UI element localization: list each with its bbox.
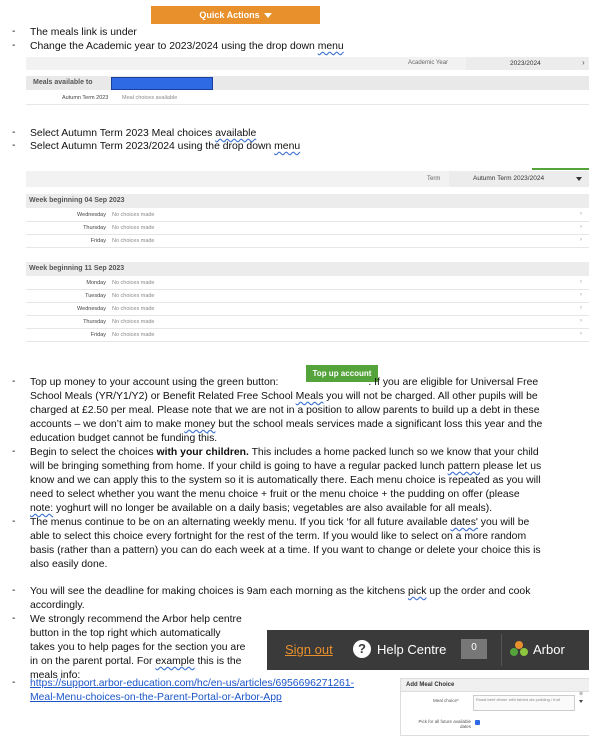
chevron-down-icon <box>263 13 272 19</box>
week-row-day: Thursday <box>83 225 106 231</box>
meals-row-term: Autumn Term 2023 <box>62 95 109 101</box>
bullet: - <box>12 140 16 151</box>
week-row-status: No choices made <box>112 225 155 231</box>
week-row-day: Tuesday <box>85 293 106 299</box>
meal-choice-label: Meal choice* <box>433 698 459 703</box>
bullet: - <box>12 585 16 596</box>
para-choices: Begin to select the choices with your ch… <box>30 447 542 514</box>
chevron-down-icon <box>579 700 583 703</box>
divider <box>501 634 502 666</box>
week-title: Week beginning 11 Sep 2023 <box>29 265 125 272</box>
step-select-term-dropdown: Select Autumn Term 2023/2024 using the d… <box>30 141 301 152</box>
bullet: - <box>12 40 16 51</box>
week-row-status: No choices made <box>112 306 155 312</box>
step-select-term: Select Autumn Term 2023 Meal choices ava… <box>30 128 257 139</box>
bullet: - <box>12 613 16 624</box>
quick-actions-button[interactable]: Quick Actions <box>151 6 320 24</box>
week-row-status: No choices made <box>112 212 155 218</box>
future-dates-checkbox[interactable] <box>475 720 480 725</box>
arbor-logo-icon <box>510 641 528 656</box>
week-row[interactable]: Wednesday No choices made › <box>26 209 589 221</box>
week-row-day: Friday <box>90 238 106 244</box>
chevron-right-icon: › <box>580 292 582 298</box>
bullet: - <box>12 127 16 138</box>
week-row[interactable]: Monday No choices made › <box>26 277 589 289</box>
week-row[interactable]: Thursday No choices made › <box>26 222 589 234</box>
week-row[interactable]: Wednesday No choices made › <box>26 303 589 315</box>
chevron-right-icon: › <box>580 237 582 243</box>
term-label: Term <box>427 176 441 182</box>
add-meal-choice-panel: Add Meal Choice Meal choice* Roast beef … <box>400 678 589 736</box>
future-dates-label: Pick for all future available dates <box>418 719 471 729</box>
chevron-right-icon: › <box>580 331 582 337</box>
week-row-status: No choices made <box>112 238 155 244</box>
para-topup: Top up money to your account using the g… <box>30 377 543 444</box>
term-select[interactable]: Autumn Term 2023/2024 <box>449 171 589 187</box>
meals-panel-title: Meals available to <box>33 79 93 86</box>
arbor-header-bar: Sign out ? Help Centre 0 Arbor <box>267 630 589 670</box>
bullet: - <box>12 677 16 688</box>
para-help: We strongly recommend the Arbor help cen… <box>30 614 246 681</box>
notifications-badge[interactable]: 0 <box>461 639 487 659</box>
para-menus: The menus continue to be on an alternati… <box>30 517 541 570</box>
chevron-right-icon: › <box>580 279 582 285</box>
close-icon[interactable]: ⊗ <box>579 691 583 697</box>
week-row-status: No choices made <box>112 293 155 299</box>
week-row-status: No choices made <box>112 319 155 325</box>
week-row-day: Thursday <box>83 319 106 325</box>
week-row-day: Friday <box>90 332 106 338</box>
meals-panel-row[interactable]: Autumn Term 2023 Meal choices available <box>26 91 589 105</box>
chevron-right-icon: › <box>580 224 582 230</box>
academic-year-value: 2023/2024 <box>510 60 541 67</box>
meal-choice-select[interactable]: Roast beef dinner with fairted ola puddi… <box>473 695 575 711</box>
divider <box>26 341 589 342</box>
help-url-link[interactable]: https://support.arbor-education.com/hc/e… <box>30 677 354 705</box>
week-row[interactable]: Friday No choices made › <box>26 329 589 341</box>
redacted-name <box>111 77 213 90</box>
sign-out-link[interactable]: Sign out <box>285 642 333 657</box>
chevron-icon: › <box>582 58 585 67</box>
quick-actions-label: Quick Actions <box>199 10 260 20</box>
chevron-right-icon: › <box>580 211 582 217</box>
bullet: - <box>12 376 16 387</box>
meals-row-status: Meal choices available <box>122 95 178 101</box>
bullet: - <box>12 26 16 37</box>
chevron-down-icon <box>576 177 582 181</box>
bullet: - <box>12 516 16 527</box>
academic-year-label: Academic Year <box>408 60 449 66</box>
chevron-right-icon: › <box>580 318 582 324</box>
add-meal-title: Add Meal Choice <box>406 682 455 688</box>
chevron-right-icon: › <box>580 305 582 311</box>
step-meals-link: The meals link is under <box>30 27 137 38</box>
week-row-status: No choices made <box>112 280 155 286</box>
step-academic-year: Change the Academic year to 2023/2024 us… <box>30 41 344 52</box>
week-row[interactable]: Tuesday No choices made › <box>26 290 589 302</box>
week-row-day: Wednesday <box>77 306 106 312</box>
help-icon: ? <box>353 640 371 658</box>
term-value: Autumn Term 2023/2024 <box>473 175 545 182</box>
week-row-status: No choices made <box>112 332 155 338</box>
week-row-day: Monday <box>86 280 106 286</box>
arbor-brand: Arbor <box>533 642 565 657</box>
academic-year-select[interactable]: 2023/2024 › <box>466 57 589 70</box>
week-row[interactable]: Thursday No choices made › <box>26 316 589 328</box>
week-row[interactable]: Friday No choices made › <box>26 235 589 247</box>
week-row-day: Wednesday <box>77 212 106 218</box>
term-accent <box>532 168 589 170</box>
divider <box>26 247 589 248</box>
para-deadline: You will see the deadline for making cho… <box>30 586 531 611</box>
help-centre-button[interactable]: Help Centre <box>377 642 446 657</box>
week-title: Week beginning 04 Sep 2023 <box>29 197 125 204</box>
meal-choice-value: Roast beef dinner with fairted ola puddi… <box>476 697 560 702</box>
bullet: - <box>12 446 16 457</box>
